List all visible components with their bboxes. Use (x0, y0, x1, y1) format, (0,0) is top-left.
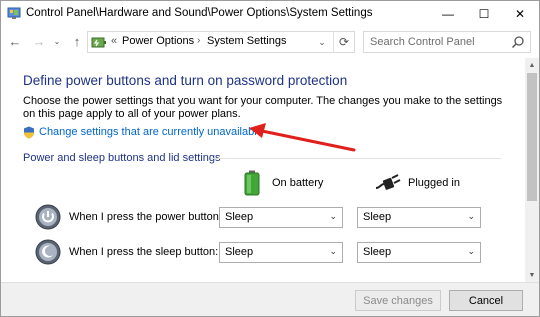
scroll-thumb[interactable] (527, 73, 537, 201)
back-button[interactable]: ← (6, 32, 24, 50)
chevron-down-icon: ⌄ (329, 211, 337, 221)
power-button-icon (35, 204, 61, 230)
sleep-button-setting-row: When I press the sleep button: Sleep ⌄ S… (35, 238, 495, 266)
forward-button[interactable]: → (30, 32, 48, 50)
sleep-button-plugged-in-select[interactable]: Sleep ⌄ (357, 242, 481, 263)
section-divider (211, 158, 501, 159)
refresh-button[interactable]: ⟳ (336, 33, 352, 51)
power-button-label: When I press the power button: (69, 211, 222, 223)
control-panel-icon (7, 7, 21, 19)
plugged-in-label: Plugged in (408, 177, 460, 189)
page-description: Choose the power settings that you want … (23, 95, 503, 120)
scroll-down-button[interactable]: ▼ (525, 268, 539, 282)
power-button-plugged-in-select[interactable]: Sleep ⌄ (357, 207, 481, 228)
navigation-bar: ← → ⌄ ↑ « Power Options › System Setting… (1, 27, 539, 55)
vertical-scrollbar[interactable]: ▲ ▼ (525, 58, 539, 282)
uac-shield-icon (24, 126, 34, 138)
up-button[interactable]: ↑ (68, 32, 86, 50)
select-value: Sleep (225, 211, 254, 223)
cancel-button[interactable]: Cancel (449, 290, 523, 311)
maximize-button[interactable]: ☐ (467, 1, 501, 27)
address-divider (333, 32, 334, 52)
plugged-in-column-header: Plugged in (375, 170, 460, 196)
breadcrumb-power-options[interactable]: Power Options (122, 35, 194, 47)
settings-content: Define power buttons and turn on passwor… (1, 58, 525, 282)
change-settings-link[interactable]: Change settings that are currently unava… (23, 125, 263, 139)
breadcrumb-system-settings[interactable]: System Settings (207, 35, 286, 47)
section-title: Power and sleep buttons and lid settings (23, 152, 221, 164)
address-overflow-chevron[interactable]: « (111, 35, 117, 47)
system-settings-window: Control Panel\Hardware and Sound\Power O… (0, 0, 540, 317)
recent-locations-button[interactable]: ⌄ (51, 32, 63, 50)
footer-bar: Save changes Cancel (1, 282, 539, 316)
search-input[interactable]: Search Control Panel (363, 31, 531, 53)
title-bar: Control Panel\Hardware and Sound\Power O… (1, 1, 539, 27)
power-button-setting-row: When I press the power button: Sleep ⌄ S… (35, 203, 495, 231)
change-settings-link-text[interactable]: Change settings that are currently unava… (39, 126, 263, 138)
select-value: Sleep (363, 246, 392, 258)
sleep-button-label: When I press the sleep button: (69, 246, 219, 258)
sleep-button-icon (35, 239, 61, 265)
close-button[interactable]: ✕ (503, 1, 537, 27)
sleep-button-on-battery-select[interactable]: Sleep ⌄ (219, 242, 343, 263)
select-value: Sleep (225, 246, 254, 258)
breadcrumb-separator[interactable]: › (197, 35, 200, 46)
power-button-on-battery-select[interactable]: Sleep ⌄ (219, 207, 343, 228)
power-options-icon (91, 37, 106, 48)
scroll-up-button[interactable]: ▲ (525, 58, 539, 72)
select-value: Sleep (363, 211, 392, 223)
on-battery-label: On battery (272, 177, 324, 189)
chevron-down-icon: ⌄ (329, 246, 337, 256)
search-icon[interactable] (511, 35, 525, 49)
save-changes-button[interactable]: Save changes (355, 290, 441, 311)
on-battery-column-header: On battery (244, 170, 323, 196)
window-title: Control Panel\Hardware and Sound\Power O… (26, 7, 373, 19)
chevron-down-icon: ⌄ (467, 211, 475, 221)
battery-icon (244, 170, 260, 196)
address-dropdown-button[interactable]: ⌄ (315, 34, 329, 50)
search-placeholder: Search Control Panel (370, 36, 475, 48)
page-title: Define power buttons and turn on passwor… (23, 73, 348, 88)
chevron-down-icon: ⌄ (467, 246, 475, 256)
address-bar[interactable]: « Power Options › System Settings ⌄ ⟳ (87, 31, 355, 53)
plug-icon (375, 174, 401, 190)
minimize-button[interactable]: — (431, 1, 465, 27)
